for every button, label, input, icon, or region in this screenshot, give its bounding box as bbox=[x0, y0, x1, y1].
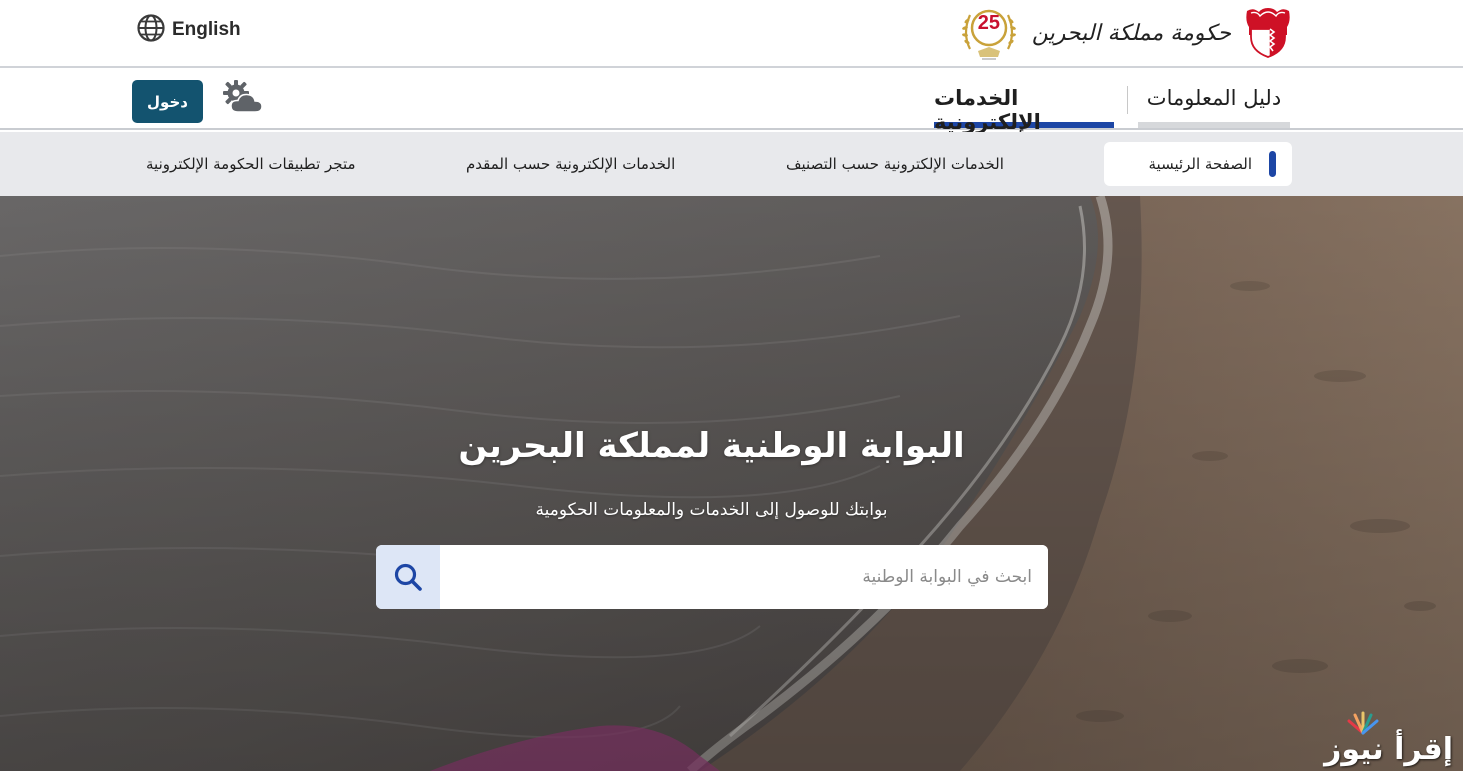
tab-divider bbox=[1127, 86, 1128, 114]
tab-label: الخدمات الإلكترونية bbox=[934, 86, 1041, 134]
subnav-item-by-category[interactable]: الخدمات الإلكترونية حسب التصنيف bbox=[786, 142, 1004, 186]
subnav-item-home[interactable]: الصفحة الرئيسية bbox=[1104, 142, 1292, 186]
hero-banner: البوابة الوطنية لمملكة البحرين بوابتك لل… bbox=[0, 196, 1463, 771]
search-bar bbox=[376, 545, 1048, 609]
tab-information-directory[interactable]: دليل المعلومات bbox=[1138, 86, 1290, 128]
subnav-item-label: الخدمات الإلكترونية حسب التصنيف bbox=[786, 155, 1004, 173]
search-button[interactable] bbox=[376, 545, 440, 609]
government-logo[interactable]: 25 حكومة مملكة البحرين bbox=[960, 2, 1291, 64]
watermark-text: إقرأ نيوز bbox=[1324, 732, 1453, 767]
subnav-item-label: الخدمات الإلكترونية حسب المقدم bbox=[466, 155, 676, 173]
bahrain-emblem-icon bbox=[1246, 8, 1290, 58]
globe-icon bbox=[136, 13, 166, 47]
language-label: English bbox=[172, 19, 241, 40]
subnav-item-label: الصفحة الرئيسية bbox=[1148, 155, 1253, 173]
search-icon bbox=[394, 563, 422, 591]
tab-label: دليل المعلومات bbox=[1146, 86, 1282, 110]
site-watermark: إقرأ نيوز bbox=[1323, 711, 1453, 769]
anniversary-number: 25 bbox=[977, 12, 1001, 34]
sub-navigation: الصفحة الرئيسية الخدمات الإلكترونية حسب … bbox=[0, 132, 1463, 196]
language-switcher[interactable]: English bbox=[136, 14, 241, 46]
gear-cloud-icon[interactable] bbox=[222, 80, 264, 116]
subnav-item-by-provider[interactable]: الخدمات الإلكترونية حسب المقدم bbox=[466, 142, 675, 186]
login-button[interactable]: دخول bbox=[132, 80, 203, 123]
hero-title: البوابة الوطنية لمملكة البحرين bbox=[458, 426, 965, 466]
subnav-item-label: متجر تطبيقات الحكومة الإلكترونية bbox=[146, 155, 356, 173]
tab-eservices[interactable]: الخدمات الإلكترونية bbox=[934, 86, 1114, 134]
active-indicator bbox=[1269, 151, 1276, 177]
main-navigation: دخول دليل المعلومات الخدمات الإلكترونية bbox=[0, 68, 1463, 134]
top-bar: English 25 حكومة مملكة البحرين bbox=[0, 0, 1463, 68]
subnav-item-app-store[interactable]: متجر تطبيقات الحكومة الإلكترونية bbox=[146, 142, 356, 186]
beach-background-image bbox=[0, 196, 1463, 771]
search-input[interactable] bbox=[440, 545, 1048, 609]
government-wordmark: حكومة مملكة البحرين bbox=[1031, 20, 1232, 46]
anniversary-emblem: 25 bbox=[960, 3, 1018, 63]
hero-subtitle: بوابتك للوصول إلى الخدمات والمعلومات الح… bbox=[535, 500, 888, 520]
